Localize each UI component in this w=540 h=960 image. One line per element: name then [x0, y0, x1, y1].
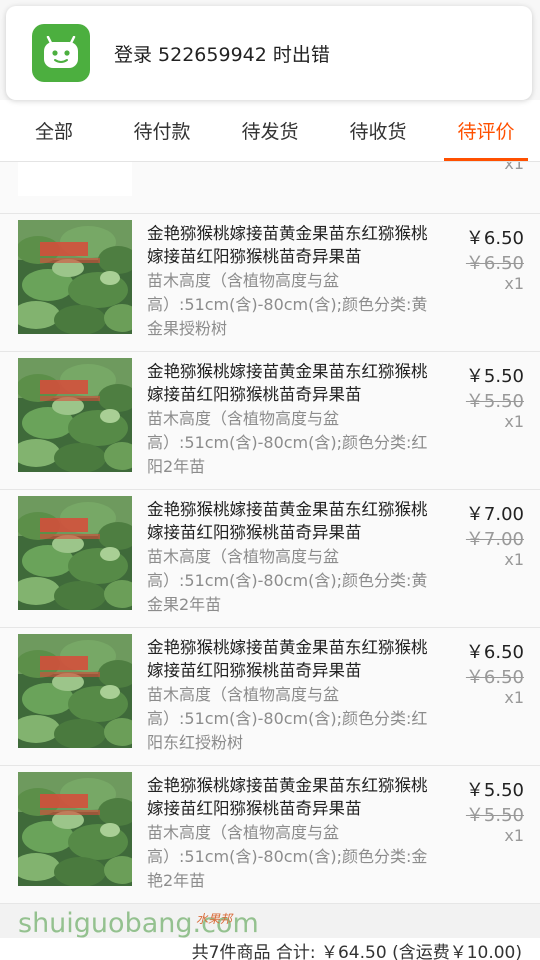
tab-pending-shipment[interactable]: 待发货 — [216, 100, 324, 161]
watermark-small: 水果邦 — [196, 912, 233, 926]
order-item[interactable]: 苗木高度（含植物高度与盆高）:51cm(含)-80cm(含);颜色分类:金艳授粉… — [0, 162, 540, 214]
order-total: 共7件商品 合计: ￥64.50 (含运费￥10.00) — [191, 943, 522, 960]
tab-pending-review[interactable]: 待评价 — [432, 100, 540, 161]
product-original-price: ￥5.50 — [465, 391, 524, 412]
product-title[interactable]: 金艳猕猴桃嫁接苗黄金果苗东红猕猴桃嫁接苗红阳猕猴桃苗奇异果苗 — [147, 360, 437, 406]
order-summary: 共7件商品 合计: ￥64.50 (含运费￥10.00) — [0, 938, 540, 960]
order-item[interactable]: 金艳猕猴桃嫁接苗黄金果苗东红猕猴桃嫁接苗红阳猕猴桃苗奇异果苗 苗木高度（含植物高… — [0, 214, 540, 352]
tab-all[interactable]: 全部 — [0, 100, 108, 161]
product-original-price: ￥6.50 — [465, 253, 524, 274]
product-spec: 苗木高度（含植物高度与盆高）:51cm(含)-80cm(含);颜色分类:红阳东红… — [147, 685, 428, 752]
product-quantity: x1 — [504, 688, 524, 707]
product-spec: 苗木高度（含植物高度与盆高）:51cm(含)-80cm(含);颜色分类:黄金果授… — [147, 271, 428, 338]
error-toast[interactable]: 登录 522659942 时出错 — [6, 6, 532, 100]
product-price: ￥6.50 — [465, 642, 524, 663]
product-quantity: x1 — [504, 274, 524, 293]
order-item-list: 苗木高度（含植物高度与盆高）:51cm(含)-80cm(含);颜色分类:金艳授粉… — [0, 162, 540, 942]
tab-pending-receipt[interactable]: 待收货 — [324, 100, 432, 161]
product-image[interactable] — [18, 358, 132, 472]
product-title[interactable]: 金艳猕猴桃嫁接苗黄金果苗东红猕猴桃嫁接苗红阳猕猴桃苗奇异果苗 — [147, 498, 437, 544]
product-title[interactable]: 金艳猕猴桃嫁接苗黄金果苗东红猕猴桃嫁接苗红阳猕猴桃苗奇异果苗 — [147, 774, 437, 820]
product-image[interactable] — [18, 220, 132, 334]
order-item[interactable]: 金艳猕猴桃嫁接苗黄金果苗东红猕猴桃嫁接苗红阳猕猴桃苗奇异果苗 苗木高度（含植物高… — [0, 766, 540, 904]
product-original-price: ￥6.50 — [465, 667, 524, 688]
product-price: ￥5.50 — [465, 780, 524, 801]
product-price: ￥5.50 — [465, 366, 524, 387]
product-spec: 苗木高度（含植物高度与盆高）:51cm(含)-80cm(含);颜色分类:红阳2年… — [147, 409, 428, 476]
toast-message: 登录 522659942 时出错 — [114, 43, 330, 66]
product-original-price: ￥7.00 — [465, 529, 524, 550]
app-logo-icon — [32, 24, 90, 82]
product-image[interactable] — [18, 772, 132, 886]
product-image[interactable] — [18, 162, 132, 196]
product-quantity: x1 — [504, 412, 524, 431]
tab-pending-payment[interactable]: 待付款 — [108, 100, 216, 161]
product-price: ￥7.00 — [465, 504, 524, 525]
product-image[interactable] — [18, 496, 132, 610]
order-item[interactable]: 金艳猕猴桃嫁接苗黄金果苗东红猕猴桃嫁接苗红阳猕猴桃苗奇异果苗 苗木高度（含植物高… — [0, 352, 540, 490]
product-title[interactable]: 金艳猕猴桃嫁接苗黄金果苗东红猕猴桃嫁接苗红阳猕猴桃苗奇异果苗 — [147, 222, 437, 268]
product-title[interactable]: 金艳猕猴桃嫁接苗黄金果苗东红猕猴桃嫁接苗红阳猕猴桃苗奇异果苗 — [147, 636, 437, 682]
product-quantity: x1 — [504, 162, 524, 173]
product-quantity: x1 — [504, 550, 524, 569]
product-spec: 苗木高度（含植物高度与盆高）:51cm(含)-80cm(含);颜色分类:黄金果2… — [147, 547, 428, 614]
product-quantity: x1 — [504, 826, 524, 845]
product-price: ￥6.50 — [465, 228, 524, 249]
order-item[interactable]: 金艳猕猴桃嫁接苗黄金果苗东红猕猴桃嫁接苗红阳猕猴桃苗奇异果苗 苗木高度（含植物高… — [0, 490, 540, 628]
product-image[interactable] — [18, 634, 132, 748]
product-spec: 苗木高度（含植物高度与盆高）:51cm(含)-80cm(含);颜色分类:金艳2年… — [147, 823, 428, 890]
product-original-price: ￥5.50 — [465, 805, 524, 826]
order-item[interactable]: 金艳猕猴桃嫁接苗黄金果苗东红猕猴桃嫁接苗红阳猕猴桃苗奇异果苗 苗木高度（含植物高… — [0, 628, 540, 766]
order-tabs: 全部 待付款 待发货 待收货 待评价 — [0, 100, 540, 162]
